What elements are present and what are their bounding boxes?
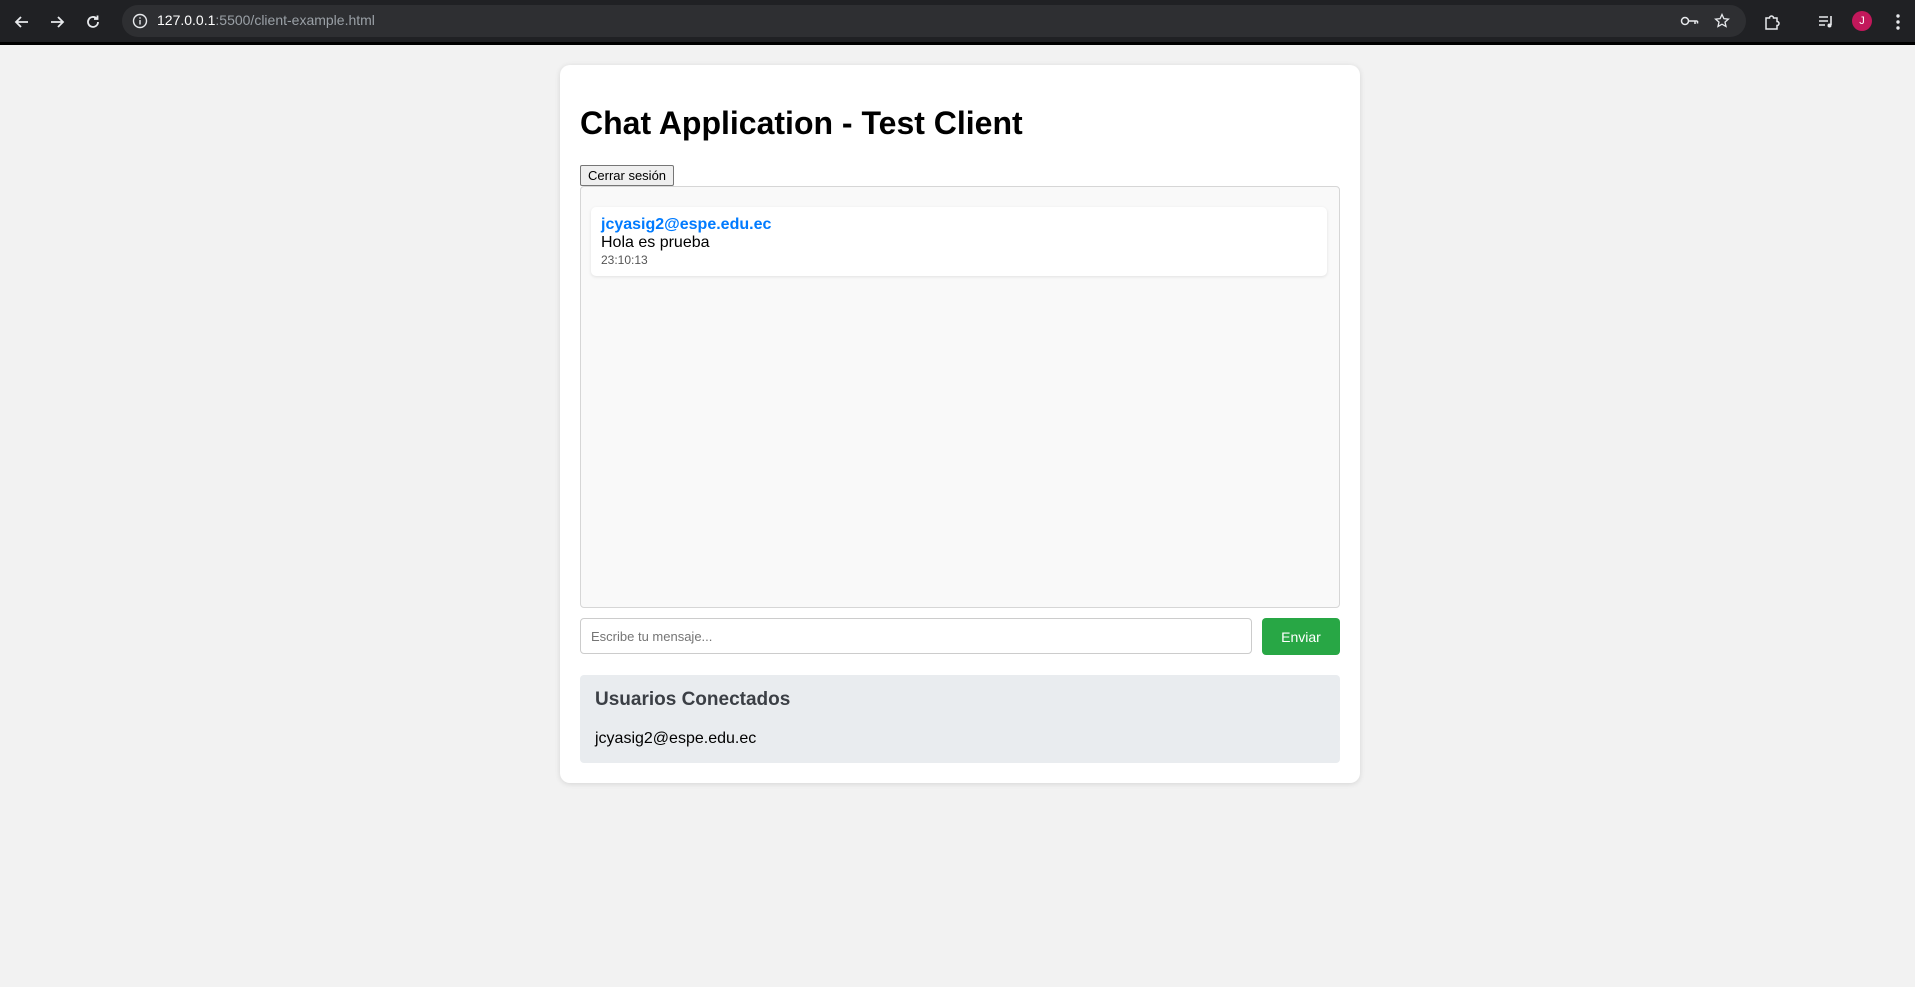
key-icon[interactable] [1680, 11, 1700, 31]
toolbar-border [0, 42, 1915, 45]
url-path: :5500/client-example.html [215, 12, 375, 28]
message-item: jcyasig2@espe.edu.ec Hola es prueba 23:1… [591, 207, 1327, 276]
browser-toolbar: 127.0.0.1:5500/client-example.html J [0, 0, 1915, 45]
url-host: 127.0.0.1 [157, 12, 216, 28]
logout-button[interactable]: Cerrar sesión [580, 165, 675, 186]
message-time: 23:10:13 [601, 253, 648, 267]
messages-area[interactable]: jcyasig2@espe.edu.ec Hola es prueba 23:1… [580, 186, 1340, 608]
address-bar[interactable]: 127.0.0.1:5500/client-example.html [122, 5, 1746, 37]
forward-arrow-icon[interactable] [45, 10, 69, 34]
reload-icon[interactable] [81, 10, 105, 34]
connected-users-panel: Usuarios Conectados jcyasig2@espe.edu.ec [580, 675, 1340, 763]
avatar-initial: J [1859, 15, 1865, 27]
connected-user-item: jcyasig2@espe.edu.ec [595, 730, 757, 747]
send-button[interactable]: Enviar [1262, 618, 1340, 655]
connected-users-title: Usuarios Conectados [595, 689, 791, 710]
message-text: Hola es prueba [601, 234, 710, 251]
message-input[interactable] [580, 618, 1252, 654]
page-title: Chat Application - Test Client [580, 105, 1023, 141]
message-author: jcyasig2@espe.edu.ec [601, 216, 772, 233]
media-control-icon[interactable] [1814, 10, 1838, 34]
profile-avatar[interactable]: J [1852, 11, 1872, 31]
chat-container: Chat Application - Test Client Cerrar se… [560, 65, 1360, 783]
url-text[interactable]: 127.0.0.1:5500/client-example.html [157, 12, 375, 28]
info-icon[interactable] [130, 11, 150, 31]
star-icon[interactable] [1712, 11, 1732, 31]
back-arrow-icon[interactable] [10, 10, 34, 34]
kebab-menu-icon[interactable] [1886, 10, 1910, 34]
puzzle-icon[interactable] [1760, 10, 1784, 34]
